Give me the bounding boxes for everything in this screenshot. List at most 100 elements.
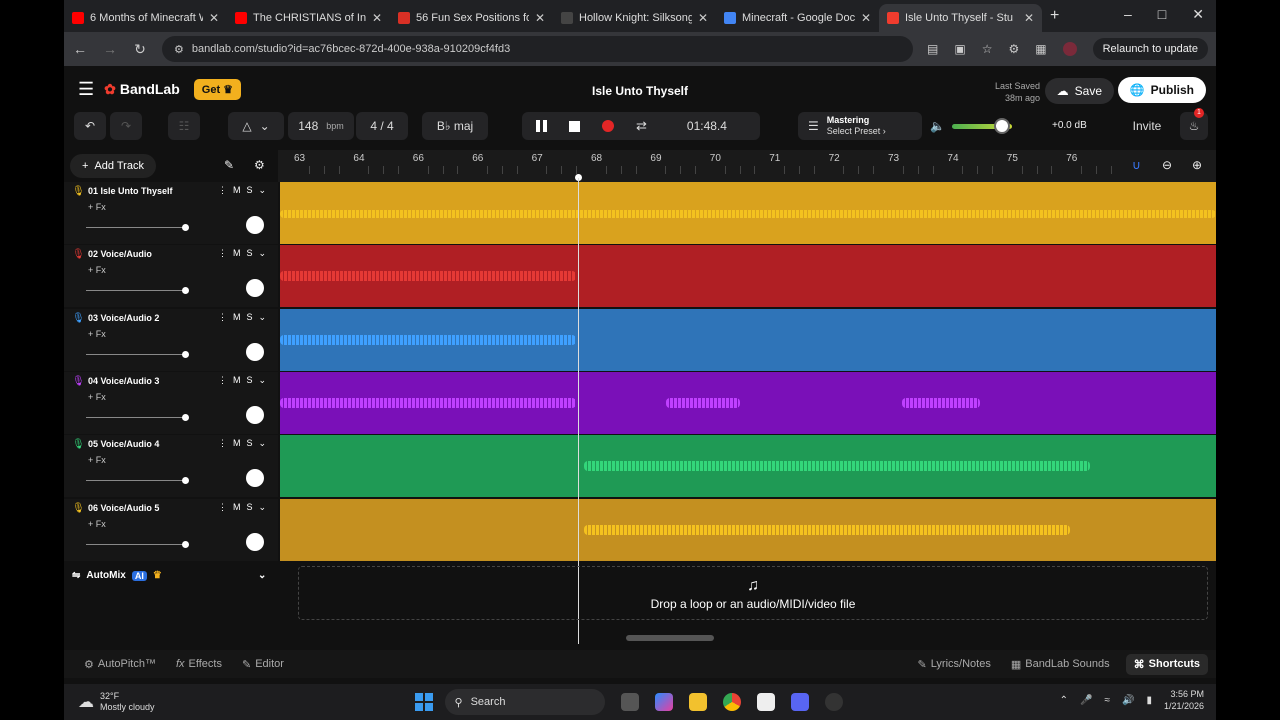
- undo-button[interactable]: ↶: [74, 112, 106, 140]
- solo-button[interactable]: S: [247, 438, 253, 449]
- taskbar-search[interactable]: ⚲ Search: [444, 689, 605, 715]
- steam-icon[interactable]: [824, 693, 843, 711]
- track-lane[interactable]: [280, 371, 1216, 434]
- file-explorer-icon[interactable]: [688, 693, 707, 711]
- close-window-icon[interactable]: ✕: [1192, 6, 1204, 23]
- track-header[interactable]: 🎙 01 Isle Unto Thyself ⋮ M S ⌄ + Fx: [64, 182, 278, 244]
- track-header[interactable]: 🎙 05 Voice/Audio 4 ⋮ M S ⌄ + Fx: [64, 435, 278, 498]
- effects-button[interactable]: fx Effects: [166, 658, 232, 670]
- timeline-ruler[interactable]: 63 64 66 66 67 68 69 70 71 72 73 74 75 76: [278, 150, 1216, 182]
- mute-button[interactable]: M: [233, 248, 241, 259]
- waveform-clip[interactable]: [280, 271, 576, 282]
- close-tab-icon[interactable]: ✕: [861, 11, 871, 25]
- loop-icon[interactable]: ⇄: [636, 118, 647, 134]
- track-volume-handle[interactable]: [182, 477, 189, 485]
- cast-icon[interactable]: ▣: [954, 42, 965, 56]
- track-volume-slider[interactable]: [86, 416, 184, 418]
- url-field[interactable]: ⚙ bandlab.com/studio?id=ac76bcec-872d-40…: [162, 36, 914, 62]
- chevron-up-icon[interactable]: ⌃: [1060, 695, 1068, 706]
- pan-knob[interactable]: [246, 279, 264, 298]
- add-fx-button[interactable]: + Fx: [88, 202, 106, 212]
- publish-button[interactable]: 🌐 Publish: [1117, 77, 1206, 103]
- store-icon[interactable]: [756, 693, 775, 711]
- close-tab-icon[interactable]: ✕: [698, 11, 708, 25]
- solo-button[interactable]: S: [247, 312, 253, 323]
- zoom-out-icon[interactable]: ⊖: [1162, 158, 1172, 172]
- track-lane[interactable]: [280, 498, 1216, 561]
- autopitch-button[interactable]: ⚙ AutoPitch™: [74, 658, 166, 671]
- key-field[interactable]: B♭ maj: [422, 112, 488, 140]
- pan-knob[interactable]: [246, 532, 264, 551]
- pause-icon[interactable]: [536, 120, 547, 132]
- bookmark-star-icon[interactable]: ☆: [982, 42, 993, 56]
- pan-knob[interactable]: [246, 342, 264, 361]
- battery-icon[interactable]: ▮: [1146, 695, 1152, 706]
- mute-button[interactable]: M: [233, 312, 241, 323]
- discord-icon[interactable]: [790, 693, 809, 711]
- track-name[interactable]: 01 Isle Unto Thyself: [88, 186, 173, 196]
- track-lane[interactable]: [280, 245, 1216, 308]
- weather-widget[interactable]: ☁ 32°F Mostly cloudy: [78, 691, 155, 713]
- track-name[interactable]: 02 Voice/Audio: [88, 249, 152, 259]
- track-header[interactable]: 🎙 06 Voice/Audio 5 ⋮ M S ⌄ + Fx: [64, 498, 278, 561]
- speaker-icon[interactable]: 🔈: [930, 119, 945, 133]
- close-tab-icon[interactable]: ✕: [1024, 11, 1034, 25]
- track-name[interactable]: 04 Voice/Audio 3: [88, 376, 159, 386]
- pencil-icon[interactable]: ✎: [224, 158, 234, 172]
- waveform-clip[interactable]: [280, 334, 576, 345]
- more-options-icon[interactable]: ⋮: [218, 438, 227, 449]
- track-header[interactable]: 🎙 02 Voice/Audio ⋮ M S ⌄ + Fx: [64, 245, 278, 308]
- waveform-clip[interactable]: [280, 210, 1216, 218]
- lyrics-notes-button[interactable]: ✎ Lyrics/Notes: [908, 658, 1001, 671]
- more-options-icon[interactable]: ⋮: [218, 502, 227, 513]
- master-volume-knob[interactable]: [994, 118, 1010, 134]
- track-volume-slider[interactable]: [86, 353, 184, 355]
- add-fx-button[interactable]: + Fx: [88, 519, 106, 529]
- waveform-clip[interactable]: [902, 397, 980, 408]
- microphone-icon[interactable]: 🎙: [72, 313, 85, 324]
- volume-icon[interactable]: 🔊: [1122, 695, 1134, 706]
- microphone-icon[interactable]: 🎙: [72, 439, 85, 450]
- waveform-clip[interactable]: [584, 524, 1070, 535]
- pan-knob[interactable]: [246, 216, 264, 234]
- chevron-down-icon[interactable]: ⌄: [259, 312, 267, 323]
- more-options-icon[interactable]: ⋮: [218, 248, 227, 259]
- pan-knob[interactable]: [246, 405, 264, 424]
- chevron-down-icon[interactable]: ⌄: [259, 185, 267, 196]
- magnet-icon[interactable]: ∪: [1132, 158, 1141, 172]
- track-volume-handle[interactable]: [182, 224, 189, 231]
- editor-button[interactable]: ✎ Editor: [232, 658, 294, 671]
- microphone-icon[interactable]: 🎙: [72, 249, 85, 260]
- reload-icon[interactable]: ↻: [132, 41, 148, 58]
- microphone-icon[interactable]: 🎙: [72, 503, 85, 514]
- track-name[interactable]: 03 Voice/Audio 2: [88, 313, 159, 323]
- waveform-clip[interactable]: [584, 461, 1090, 472]
- add-fx-button[interactable]: + Fx: [88, 392, 106, 402]
- save-button[interactable]: ☁ Save: [1044, 78, 1114, 104]
- more-options-icon[interactable]: ⋮: [218, 185, 227, 196]
- browser-tab[interactable]: Hollow Knight: Silksong M ✕: [553, 4, 716, 32]
- microphone-icon[interactable]: 🎙: [72, 186, 85, 197]
- solo-button[interactable]: S: [247, 248, 253, 259]
- mute-button[interactable]: M: [233, 502, 241, 513]
- solo-button[interactable]: S: [247, 502, 253, 513]
- track-name[interactable]: 05 Voice/Audio 4: [88, 439, 159, 449]
- more-options-icon[interactable]: ⋮: [218, 312, 227, 323]
- profile-avatar[interactable]: [1062, 42, 1077, 56]
- chevron-down-icon[interactable]: ⌄: [259, 502, 267, 513]
- browser-tab[interactable]: The CHRISTIANS of Instag ✕: [227, 4, 390, 32]
- waveform-clip[interactable]: [280, 397, 576, 408]
- sidepanel-icon[interactable]: ▦: [1035, 42, 1046, 56]
- close-tab-icon[interactable]: ✕: [372, 11, 382, 25]
- relaunch-button[interactable]: Relaunch to update: [1092, 38, 1208, 60]
- close-tab-icon[interactable]: ✕: [209, 11, 219, 25]
- site-info-icon[interactable]: ⚙: [174, 43, 184, 56]
- shortcuts-button[interactable]: ⌘ Shortcuts: [1125, 653, 1208, 675]
- reader-icon[interactable]: ▤: [927, 42, 938, 56]
- wifi-icon[interactable]: ≈: [1104, 695, 1110, 706]
- mute-button[interactable]: M: [233, 185, 241, 196]
- maximize-icon[interactable]: □: [1158, 6, 1166, 23]
- add-fx-button[interactable]: + Fx: [88, 329, 106, 339]
- chrome-icon[interactable]: [722, 693, 741, 711]
- waveform-clip[interactable]: [666, 397, 740, 408]
